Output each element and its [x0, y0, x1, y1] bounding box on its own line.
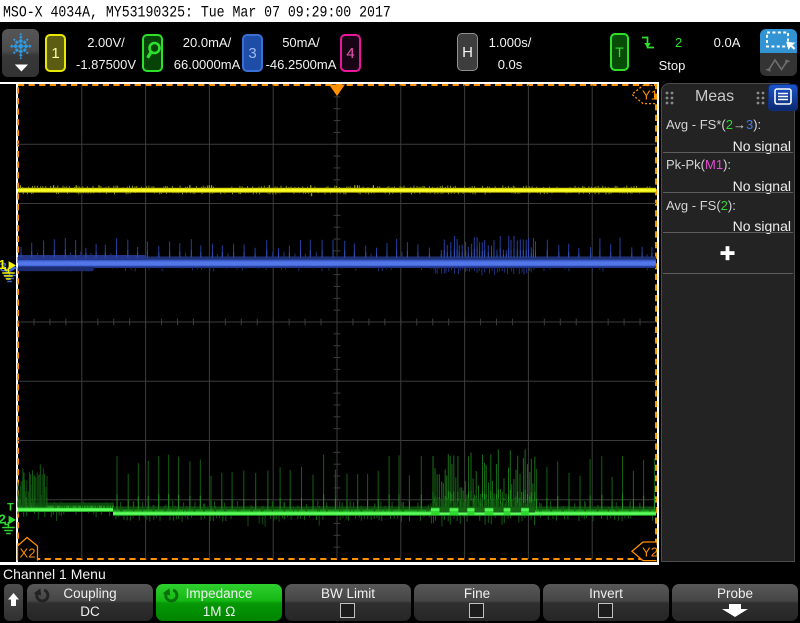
svg-text:2: 2: [0, 512, 6, 527]
svg-text:X2: X2: [20, 546, 36, 561]
svg-text:Y1: Y1: [642, 88, 658, 103]
svg-text:T: T: [7, 502, 14, 514]
svg-text:1: 1: [0, 257, 6, 272]
svg-text:Y2: Y2: [642, 545, 658, 560]
